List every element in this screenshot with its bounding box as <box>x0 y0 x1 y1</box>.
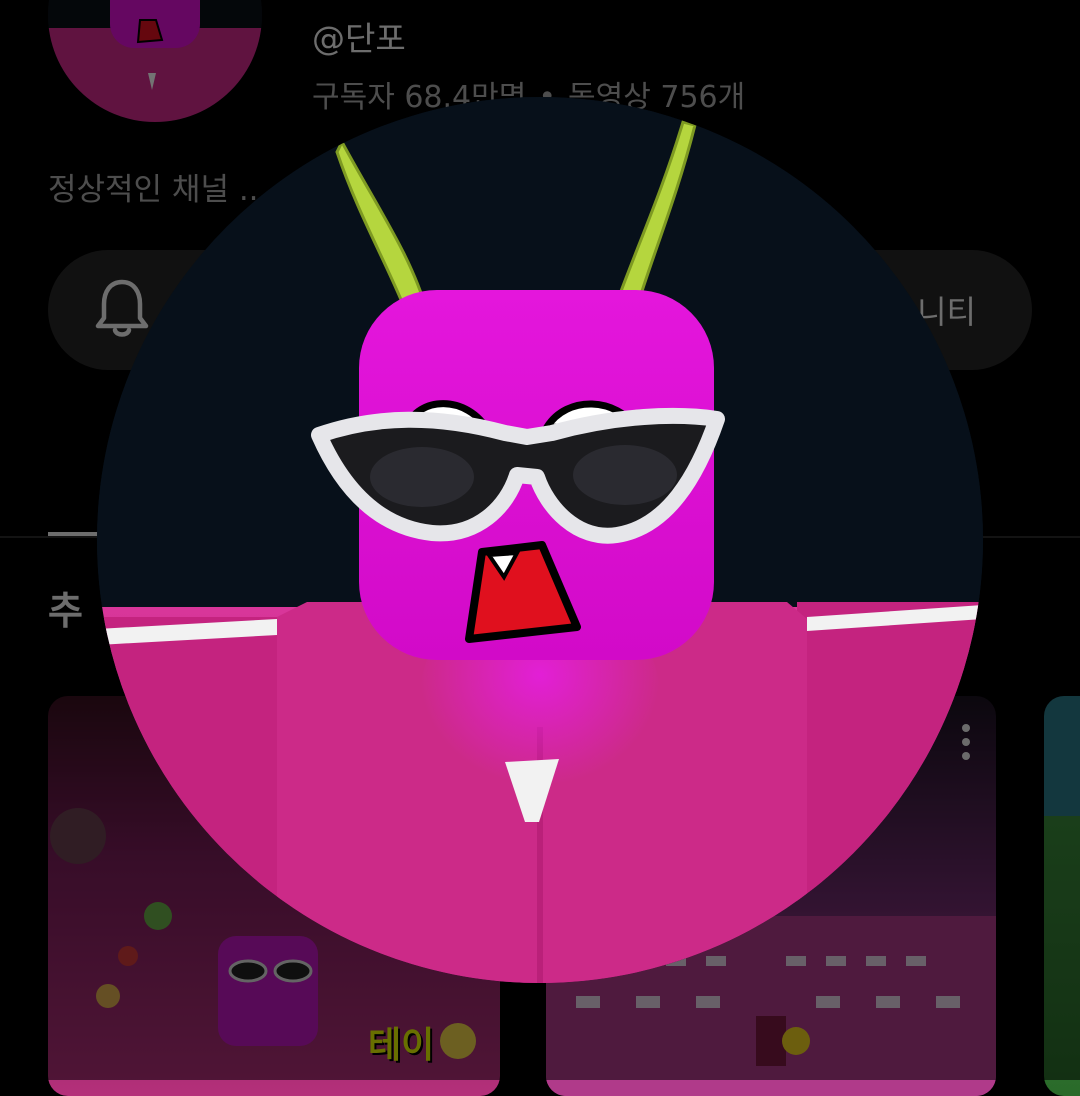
enlarged-avatar <box>97 97 983 983</box>
channel-description[interactable]: 정상적인 채널 .. <box>48 164 259 209</box>
bell-icon <box>92 276 152 344</box>
channel-handle: @단포 <box>312 19 406 58</box>
more-options-icon[interactable] <box>962 724 970 760</box>
video-thumbnail[interactable] <box>1044 696 1080 1096</box>
thumbnail-overlay-text: 테이 <box>368 1025 435 1066</box>
section-title: 추 <box>48 589 83 633</box>
channel-avatar[interactable] <box>48 0 262 122</box>
